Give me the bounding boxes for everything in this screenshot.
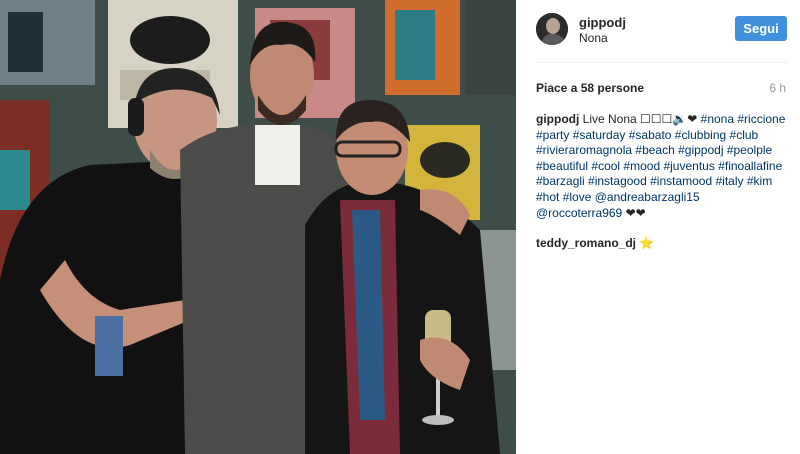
hashtag-link[interactable]: #instamood <box>650 174 712 188</box>
hashtag-link[interactable]: #cool <box>591 159 620 173</box>
instagram-post: gippodj Nona Segui Piace a 58 persone 6 … <box>0 0 800 454</box>
hashtag-link[interactable]: #barzagli <box>536 174 585 188</box>
hashtag-link[interactable]: @roccoterra969 <box>536 206 622 220</box>
hashtag-link[interactable]: #rivieraromagnola <box>536 143 632 157</box>
caption-text: Live Nona ☐☐☐🔉❤ <box>582 112 698 126</box>
post-username[interactable]: gippodj <box>579 15 626 30</box>
follow-button[interactable]: Segui <box>735 16 787 41</box>
hashtag-link[interactable]: #beach <box>635 143 674 157</box>
hashtag-link[interactable]: #nona <box>701 112 734 126</box>
hashtag-link[interactable]: #finoallafine <box>718 159 782 173</box>
avatar-image <box>536 13 568 45</box>
hashtag-link[interactable]: #riccione <box>737 112 785 126</box>
header-divider <box>536 62 787 63</box>
hashtag-link[interactable]: #clubbing <box>675 128 726 142</box>
post-caption: gippodj Live Nona ☐☐☐🔉❤ #nona #riccione … <box>536 112 788 221</box>
post-timestamp[interactable]: 6 h <box>769 81 786 95</box>
post-location[interactable]: Nona <box>579 31 608 45</box>
caption-suffix: ❤❤ <box>625 205 646 220</box>
profile-avatar[interactable] <box>536 13 568 45</box>
hashtag-link[interactable]: #hot <box>536 190 559 204</box>
caption-hashtags: #nona #riccione #party #saturday #sabato… <box>536 112 785 220</box>
likes-count[interactable]: Piace a 58 persone <box>536 81 644 95</box>
post-photo-graphic <box>0 0 516 454</box>
hashtag-link[interactable]: #saturday <box>573 128 626 142</box>
post-header: gippodj Nona Segui <box>516 0 800 62</box>
post-photo[interactable] <box>0 0 516 454</box>
hashtag-link[interactable]: #gippodj <box>678 143 723 157</box>
hashtag-link[interactable]: #beautiful <box>536 159 588 173</box>
hashtag-link[interactable]: #kim <box>747 174 772 188</box>
star-icon: ⭐ <box>639 236 655 250</box>
hashtag-link[interactable]: #juventus <box>663 159 714 173</box>
comment-username[interactable]: teddy_romano_dj <box>536 236 636 250</box>
hashtag-link[interactable]: @andreabarzagli15 <box>595 190 700 204</box>
hashtag-link[interactable]: #instagood <box>588 174 647 188</box>
hashtag-link[interactable]: #party <box>536 128 569 142</box>
hashtag-link[interactable]: #italy <box>716 174 744 188</box>
hashtag-link[interactable]: #peolple <box>727 143 772 157</box>
hashtag-link[interactable]: #sabato <box>629 128 672 142</box>
hashtag-link[interactable]: #mood <box>623 159 660 173</box>
hashtag-link[interactable]: #love <box>563 190 592 204</box>
comment-item: teddy_romano_dj ⭐ <box>536 236 654 250</box>
caption-username[interactable]: gippodj <box>536 112 579 126</box>
post-sidebar: gippodj Nona Segui Piace a 58 persone 6 … <box>516 0 800 454</box>
hashtag-link[interactable]: #club <box>730 128 759 142</box>
